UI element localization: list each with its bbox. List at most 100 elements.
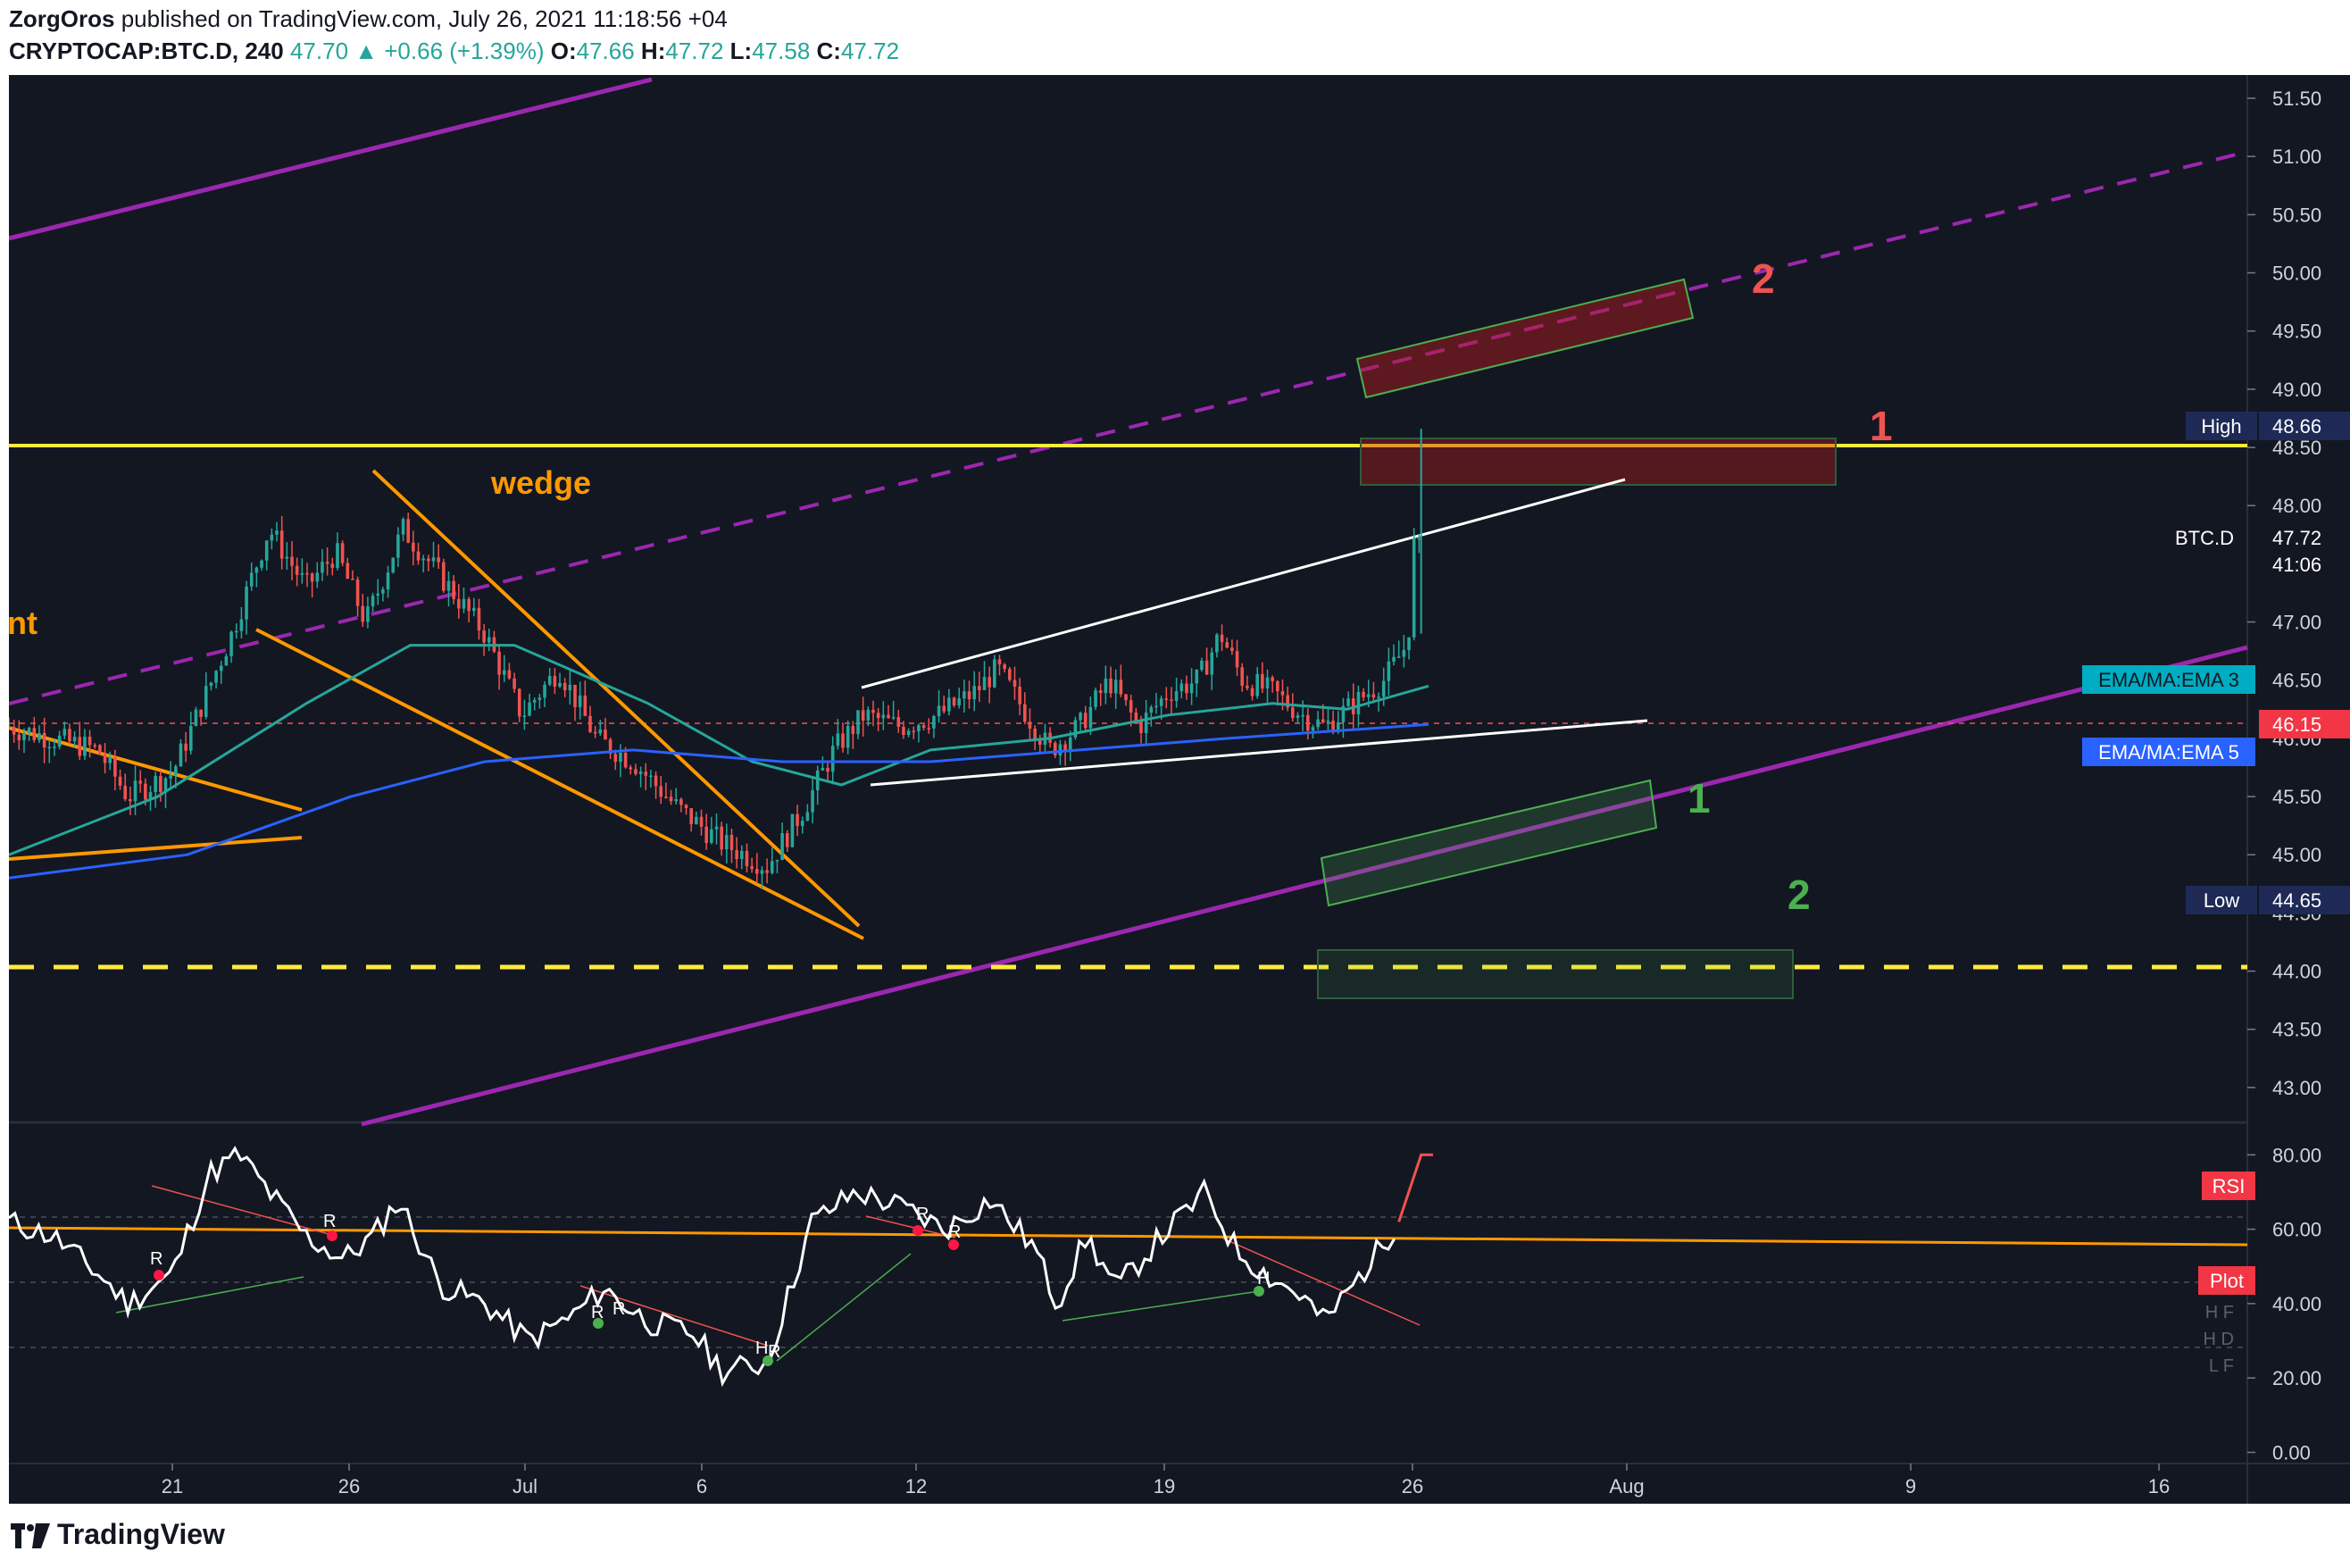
candle-body: [815, 770, 820, 791]
candle-body: [159, 776, 162, 793]
candle-body: [22, 732, 26, 740]
signal-dot: [593, 1318, 604, 1329]
candle-body: [1129, 700, 1133, 713]
target-zone-1[interactable]: [1360, 438, 1837, 486]
candle-body: [1179, 683, 1184, 692]
candle-body: [366, 606, 370, 622]
tradingview-logo[interactable]: TradingView: [11, 1518, 225, 1551]
plot-title: Plot: [2210, 1270, 2244, 1292]
candle-body: [1407, 637, 1411, 650]
candle-body: [1276, 680, 1279, 692]
candle-body: [174, 766, 178, 776]
price-tick-label: 50.50: [2272, 204, 2321, 226]
support-1-label[interactable]: 1: [1688, 775, 1711, 822]
high-title: High: [2201, 415, 2241, 438]
candle-body: [446, 580, 451, 591]
candle-body: [1417, 538, 1421, 540]
candle-body: [1356, 691, 1361, 714]
candle-body: [38, 732, 41, 740]
candle-body: [522, 715, 527, 717]
candle-body: [1261, 673, 1264, 689]
candle-body: [780, 833, 784, 861]
candle-body: [123, 785, 127, 799]
signal-h-label: H: [1257, 1269, 1270, 1289]
price-tick-label: 50.00: [2272, 263, 2321, 285]
candle-body: [497, 651, 501, 675]
candle-body: [765, 870, 769, 873]
candle-body: [1058, 744, 1062, 755]
candle-body: [346, 563, 350, 580]
symbol-label[interactable]: CRYPTOCAP:BTC.D, 240: [9, 38, 284, 64]
candle-body: [1371, 694, 1376, 698]
candle-body: [98, 745, 102, 755]
candle-body: [1396, 656, 1401, 658]
candle-body: [896, 717, 901, 727]
target-1-label[interactable]: 1: [1870, 403, 1893, 449]
candle-body: [68, 729, 71, 742]
price-tick-label: 43.50: [2272, 1019, 2321, 1041]
candle-body: [937, 705, 941, 716]
candle-body: [325, 562, 329, 564]
candle-body: [47, 746, 52, 749]
candle-body: [361, 605, 365, 622]
signal-r-label: R: [150, 1249, 162, 1269]
candle-body: [57, 735, 62, 747]
candle-body: [978, 686, 981, 690]
candle-body: [224, 655, 229, 666]
candle-body: [1326, 721, 1330, 722]
author-name[interactable]: ZorgOros: [9, 5, 114, 32]
candle-body: [144, 783, 147, 800]
candle-body: [1189, 683, 1194, 694]
target-2-label[interactable]: 2: [1752, 255, 1775, 302]
candle-body: [754, 869, 759, 874]
candle-body: [1109, 678, 1112, 694]
signal-r-label: R: [948, 1222, 961, 1242]
candle-body: [699, 816, 704, 827]
candle-body: [902, 726, 905, 736]
rsi-tick-label: 40.00: [2272, 1293, 2321, 1315]
candle-body: [507, 670, 512, 679]
support-zone-2[interactable]: [1317, 949, 1794, 999]
time-tick-label: 26: [1402, 1475, 1423, 1497]
candle-body: [53, 746, 56, 748]
candle-body: [88, 737, 92, 746]
candle-body: [942, 705, 946, 712]
time-tick-label: 19: [1154, 1475, 1175, 1497]
candle-body: [826, 767, 829, 772]
support-2-label[interactable]: 2: [1788, 872, 1811, 918]
candle-body: [188, 725, 193, 751]
candle-body: [593, 731, 597, 734]
low-value: 44.65: [2272, 889, 2321, 912]
candle-body: [321, 562, 324, 573]
candle-body: [568, 684, 572, 691]
candle-body: [623, 753, 628, 768]
candle-body: [871, 709, 875, 713]
candle-body: [471, 607, 476, 612]
candle-body: [1381, 680, 1386, 697]
candle-body: [866, 709, 871, 721]
price-tick-label: 48.00: [2272, 495, 2321, 517]
plot-background[interactable]: [9, 75, 2247, 1504]
candle-body: [467, 598, 471, 612]
candle-body: [760, 870, 764, 874]
candle-body: [234, 630, 238, 633]
candle-body: [416, 551, 421, 561]
candle-body: [558, 682, 562, 687]
candle-body: [1377, 696, 1380, 698]
candle-body: [517, 688, 521, 717]
candle-body: [138, 780, 142, 784]
up-arrow-icon: ▲: [354, 38, 379, 64]
wedge-annotation[interactable]: wedge: [490, 464, 591, 501]
candle-body: [245, 586, 248, 620]
clipped-annotation[interactable]: nt: [7, 605, 38, 641]
candle-body: [1098, 690, 1103, 694]
candle-body: [502, 670, 506, 675]
candle-body: [1235, 651, 1239, 668]
candle-body: [659, 786, 663, 797]
candle-body: [1170, 699, 1173, 701]
candle-body: [851, 726, 855, 735]
candle-body: [578, 695, 582, 708]
ema5-title: EMA/MA:EMA 5: [2098, 741, 2239, 763]
chart-area[interactable]: R R R R H R R R H wedge nt 1 2 1 2 51.50…: [7, 75, 2350, 1504]
candle-body: [169, 775, 172, 779]
